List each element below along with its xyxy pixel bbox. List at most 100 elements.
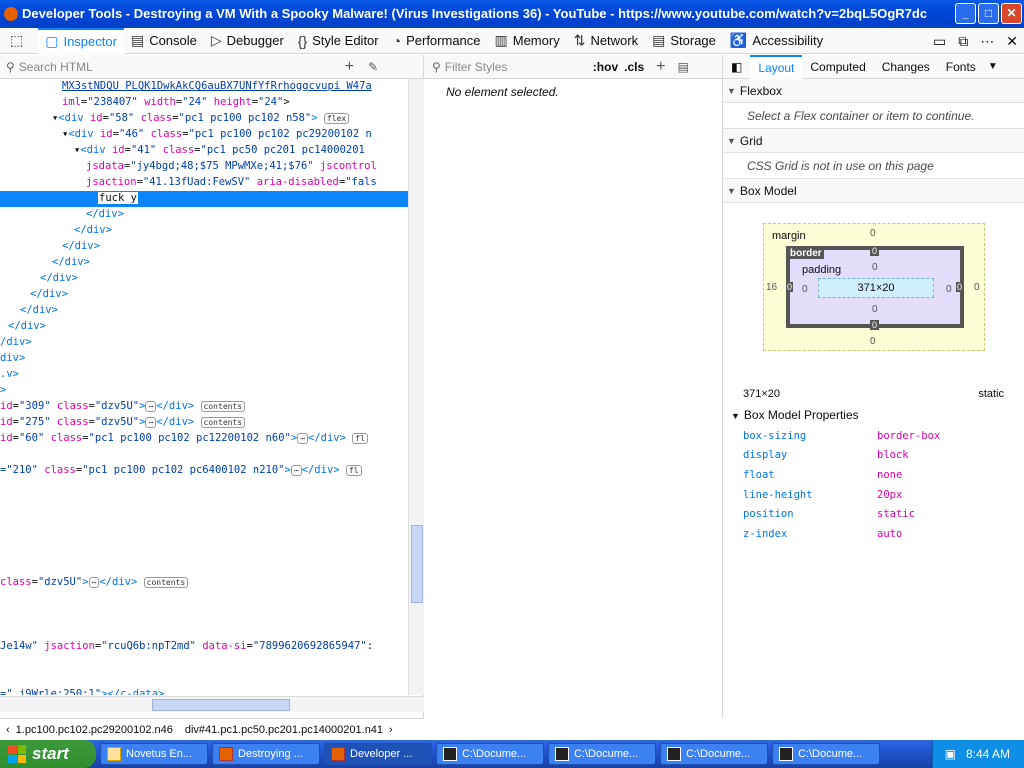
margin-left[interactable]: 16 [766,282,777,293]
tab-debugger[interactable]: ▷ Debugger [204,28,291,54]
responsive-design-icon[interactable]: ▭ [933,33,946,50]
tab-inspector[interactable]: ▢ Inspector [38,27,124,54]
start-button[interactable]: start [0,740,96,768]
clock[interactable]: 8:44 AM [966,747,1010,761]
tab-memory[interactable]: ▥ Memory [488,28,567,54]
box-model-section-header[interactable]: ▼ Box Model [723,179,1024,203]
markup-line[interactable]: ▾<div id="46" class="pc1 pc100 pc102 pc2… [0,127,408,143]
border-bottom[interactable]: 0 [870,320,880,330]
add-node-icon[interactable]: + [345,58,354,76]
tab-fonts[interactable]: Fonts [938,55,984,79]
border-left[interactable]: 0 [786,282,794,292]
tab-console[interactable]: ▤ Console [124,28,204,54]
markup-line[interactable]: Je14w" jsaction="rcuQ6b:npT2md" data-si=… [0,639,408,655]
markup-line[interactable]: </div> [0,271,408,287]
scrollbar-thumb[interactable] [411,525,423,603]
markup-line[interactable]: id="275" class="dzv5U"> ⋯ </div> contents [0,415,408,431]
padding-right[interactable]: 0 [946,284,952,295]
markup-line[interactable]: .v> [0,367,408,383]
border-top[interactable]: 0 [870,246,880,256]
element-picker-button[interactable]: ⬚ [0,28,38,54]
taskbar-item[interactable]: C:\Docume... [436,743,544,765]
minimize-button[interactable]: _ [955,3,976,24]
box-model-properties-header[interactable]: ▼ Box Model Properties [723,400,1024,426]
tab-storage[interactable]: ▤ Storage [645,28,723,54]
print-media-icon[interactable]: ▤ [678,60,689,74]
markup-line[interactable]: MX3stNDQU PLQK1DwkAkCQ6auBX7UNfYfRrhoggc… [0,79,408,95]
breadcrumb-next-icon[interactable]: › [389,724,393,736]
markup-tree[interactable]: MX3stNDQU PLQK1DwkAkCQ6auBX7UNfYfRrhoggc… [0,79,408,695]
network-tray-icon[interactable]: ▣ [945,747,956,761]
flex-badge[interactable]: flex [323,113,350,124]
markup-vertical-scrollbar[interactable] [408,79,424,695]
markup-line[interactable]: </div> [0,319,408,335]
markup-line[interactable]: /div> [0,335,408,351]
toggle-sidebar-icon[interactable]: ◧ [723,60,750,74]
tab-network[interactable]: ⇅ Network [567,28,645,54]
tab-computed[interactable]: Computed [802,55,873,79]
grid-section-header[interactable]: ▼ Grid [723,129,1024,153]
window-titlebar[interactable]: Developer Tools - Destroying a VM With a… [0,0,1024,28]
scrollbar-thumb[interactable] [152,699,290,711]
markup-line[interactable]: div> [0,351,408,367]
flexbox-section-header[interactable]: ▼ Flexbox [723,79,1024,103]
tab-changes[interactable]: Changes [874,55,938,79]
cls-toggle[interactable]: .cls [624,60,644,74]
margin-right[interactable]: 0 [974,282,980,293]
markup-line[interactable]: id="309" class="dzv5U"> ⋯ </div> contents [0,399,408,415]
markup-line[interactable]: ▾<div id="41" class="pc1 pc50 pc201 pc14… [0,143,408,159]
tab-accessibility[interactable]: ♿ Accessibility [723,28,830,54]
markup-line[interactable]: ="210" class="pc1 pc100 pc102 pc6400102 … [0,463,408,479]
markup-line-selected[interactable]: fuck y [0,191,408,207]
border-right[interactable]: 0 [956,282,964,292]
filter-styles-input[interactable]: Filter Styles [445,60,593,74]
taskbar-item[interactable]: C:\Docume... [548,743,656,765]
tabs-overflow-icon[interactable]: ▼ [988,61,998,72]
markup-line[interactable]: </div> [0,255,408,271]
taskbar-item-active[interactable]: Developer ... [324,743,432,765]
taskbar-item[interactable]: Destroying ... [212,743,320,765]
markup-line[interactable]: jsdata="jy4bgd;48;$75 MPwMXe;41;$76" jsc… [0,159,408,175]
markup-line[interactable]: =" j9Wrle;250;1"></c-data> [0,687,408,695]
border-box[interactable]: border 0 0 0 0 padding 0 0 0 0 371×20 [786,246,964,330]
hov-toggle[interactable]: :hov [593,60,618,74]
markup-line[interactable]: ▾<div id="58" class="pc1 pc100 pc102 n58… [0,111,408,127]
markup-line[interactable]: > [0,383,408,399]
add-rule-icon[interactable]: + [656,58,665,76]
storage-icon: ▤ [652,32,666,48]
performance-icon: ◔ [392,32,402,49]
breadcrumb-prev-icon[interactable]: ‹ [6,724,10,736]
markup-line[interactable]: </div> [0,303,408,319]
markup-line[interactable]: jsaction="41.13fUad:FewSV" aria-disabled… [0,175,408,191]
taskbar-item[interactable]: C:\Docume... [772,743,880,765]
markup-line[interactable]: id="60" class="pc1 pc100 pc102 pc1220010… [0,431,408,447]
taskbar-item[interactable]: Novetus En... [100,743,208,765]
breadcrumb-item[interactable]: 1.pc100.pc102.pc29200102.n46 [16,724,173,736]
breadcrumb-item[interactable]: div#41.pc1.pc50.pc201.pc14000201.n41 [185,724,383,736]
margin-bottom[interactable]: 0 [870,336,876,347]
more-options-icon[interactable]: ⋯ [980,33,994,50]
maximize-button[interactable]: □ [978,3,999,24]
markup-line[interactable]: </div> [0,239,408,255]
markup-line[interactable]: </div> [0,207,408,223]
margin-box[interactable]: margin 0 0 16 0 border 0 0 0 0 padding 0… [763,223,985,351]
search-html-input[interactable]: Search HTML [19,60,345,74]
eyedropper-icon[interactable]: ✎ [368,60,378,74]
tab-layout[interactable]: Layout [750,54,803,79]
markup-horizontal-scrollbar[interactable] [0,696,424,712]
content-box[interactable]: 371×20 [818,278,934,298]
markup-line[interactable]: </div> [0,223,408,239]
tab-style-editor[interactable]: {} Style Editor [291,28,386,54]
margin-top[interactable]: 0 [870,228,876,239]
padding-left[interactable]: 0 [802,284,808,295]
markup-line[interactable]: </div> [0,287,408,303]
dock-options-icon[interactable]: ⧉ [958,33,968,50]
padding-bottom[interactable]: 0 [872,304,878,315]
devtools-close-icon[interactable]: ✕ [1006,33,1018,50]
markup-line[interactable]: iml="238407" width="24" height="24"> [0,95,408,111]
taskbar-item[interactable]: C:\Docume... [660,743,768,765]
close-button[interactable]: ✕ [1001,3,1022,24]
padding-top[interactable]: 0 [872,262,878,273]
markup-line[interactable]: class="dzv5U"> ⋯ </div> contents [0,575,408,591]
tab-performance[interactable]: ◔ Performance [386,28,488,54]
